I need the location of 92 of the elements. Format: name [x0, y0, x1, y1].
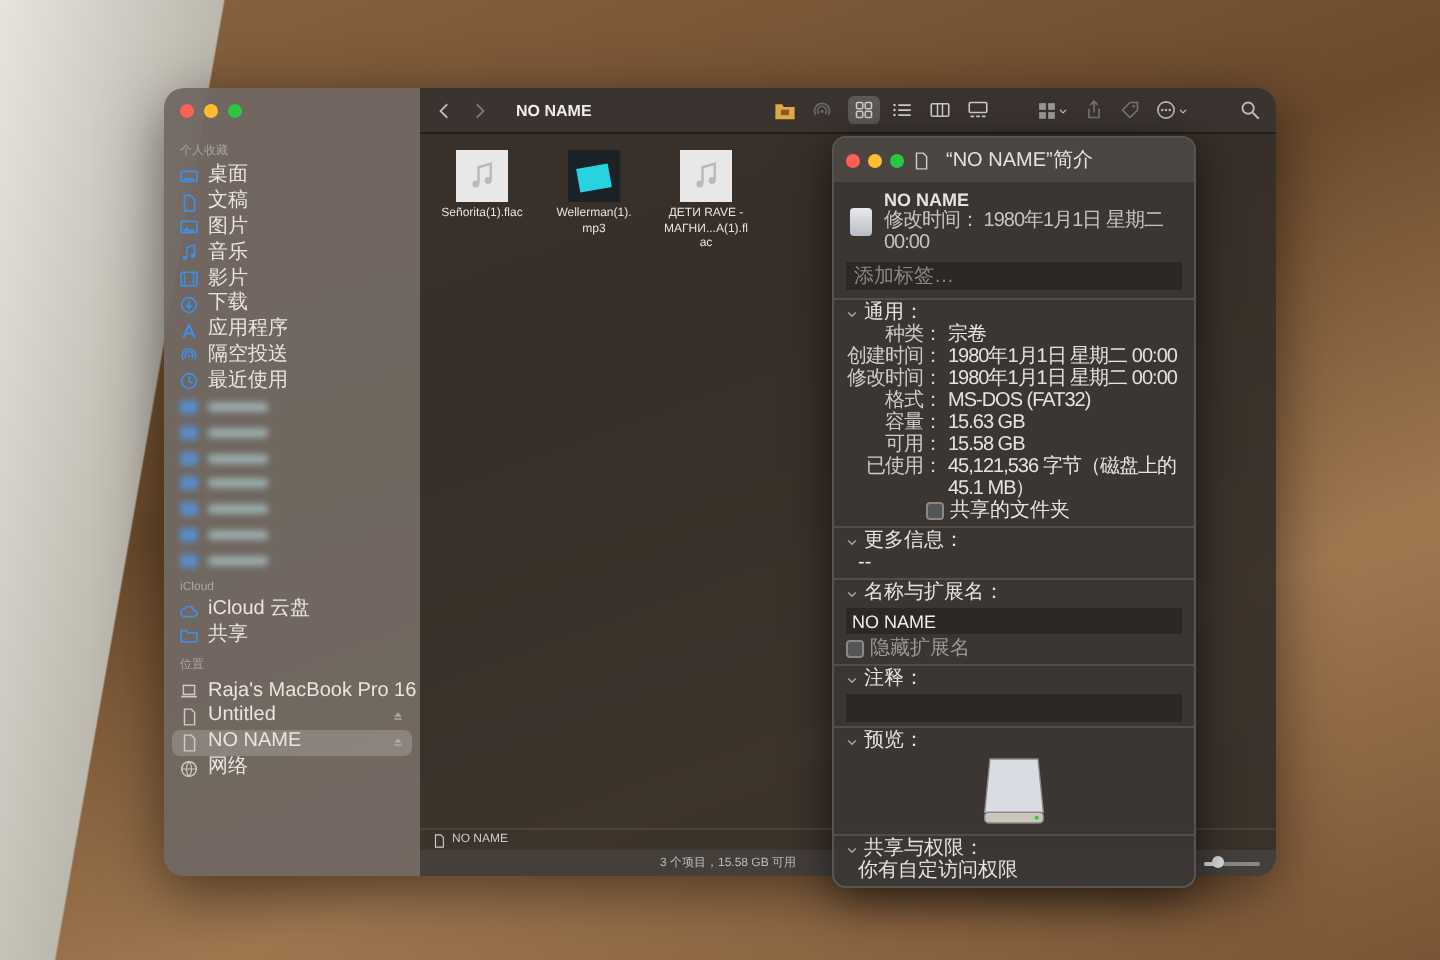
checkbox[interactable] [926, 502, 944, 520]
section-toggle[interactable]: 注释： [846, 668, 924, 690]
sidebar-item[interactable]: 文稿 [172, 189, 412, 216]
info-value: MS-DOS (FAT32) [948, 390, 1093, 412]
info-value: 45,121,536 字节（磁盘上的 45.1 MB） [948, 456, 1178, 500]
info-label: 创建时间： [846, 346, 942, 368]
sidebar-item[interactable]: 网络 [172, 755, 412, 781]
chevron-down-icon [846, 587, 858, 599]
info-value: 1980年1月1日 星期二 00:00 [948, 368, 1179, 390]
checkbox-label: 隐藏扩展名 [870, 638, 970, 660]
cloud-icon [180, 601, 198, 620]
volume-name: NO NAME [884, 190, 971, 210]
music-note-icon [468, 162, 496, 190]
slider-thumb[interactable] [1212, 855, 1224, 867]
music-note-icon [180, 244, 198, 263]
download-icon [180, 295, 198, 314]
info-label: 可用： [883, 434, 942, 456]
info-value: 15.63 GB [948, 412, 1027, 434]
group-by-icon [1038, 101, 1056, 119]
chevron-down-icon [846, 673, 858, 685]
window-control-button[interactable] [228, 104, 242, 118]
music-note-icon [692, 162, 720, 190]
film-icon [180, 270, 198, 289]
sidebar-item[interactable]: 图片 [172, 215, 412, 241]
sidebar-item[interactable]: 应用程序 [172, 317, 412, 344]
share-icon[interactable] [1084, 100, 1104, 120]
sidebar-item[interactable]: Raja's MacBook Pro 16 [172, 678, 412, 705]
info-label: 格式： [883, 390, 942, 412]
window-control-button[interactable] [204, 104, 218, 118]
chevron-down-icon [846, 535, 858, 547]
list-view-icon [892, 100, 912, 120]
chevron-down-icon [846, 307, 858, 319]
airdrop-icon[interactable] [812, 100, 832, 120]
window-control-button[interactable] [846, 153, 860, 167]
sidebar-item[interactable]: Untitled [172, 704, 412, 730]
clock-icon [180, 372, 198, 391]
info-value: 15.58 GB [948, 434, 1027, 456]
window-title: “NO NAME”简介 [946, 148, 1093, 174]
sidebar-item[interactable]: NO NAME [172, 729, 412, 756]
section-toggle[interactable]: 更多信息： [846, 530, 964, 552]
group-by-button[interactable] [1038, 101, 1068, 119]
section-text: -- [856, 552, 874, 574]
sidebar-item[interactable]: 下载 [172, 291, 412, 318]
section-text: 你有自定访问权限 [856, 860, 1020, 882]
checkbox-label: 共享的文件夹 [950, 500, 1070, 522]
picture-icon [180, 218, 198, 237]
sidebar-item[interactable]: 共享 [172, 622, 412, 649]
section-toggle[interactable]: 名称与扩展名： [846, 582, 1004, 604]
info-value: 宗卷 [948, 324, 987, 346]
sidebar-item[interactable]: 影片 [172, 266, 412, 292]
section-toggle[interactable]: 预览： [846, 730, 924, 752]
checkbox[interactable] [846, 640, 864, 658]
sidebar-item[interactable]: 最近使用 [172, 368, 412, 395]
info-label: 容量： [883, 412, 942, 434]
chevron-down-icon [1178, 105, 1188, 115]
view-mode-button[interactable] [848, 96, 880, 124]
apps-icon [180, 321, 198, 340]
laptop-icon [180, 682, 198, 701]
window-control-button[interactable] [890, 153, 904, 167]
gallery-view-icon [968, 100, 988, 120]
eject-icon[interactable] [392, 710, 404, 723]
search-icon[interactable] [1240, 100, 1260, 120]
sidebar-item[interactable]: 隔空投送 [172, 343, 412, 369]
section-toggle[interactable]: 共享与权限： [846, 838, 984, 860]
info-label: 已使用： [864, 456, 942, 482]
more-icon [1156, 100, 1176, 120]
sidebar-item[interactable]: 桌面 [172, 164, 412, 190]
info-label: 修改时间： [846, 368, 942, 390]
column-view-icon [930, 100, 950, 120]
info-value: 1980年1月1日 星期二 00:00 [948, 346, 1179, 368]
more-button[interactable] [1156, 100, 1188, 120]
shared-folder-icon [180, 626, 198, 645]
document-icon [180, 193, 198, 212]
drive-preview-drawing [982, 756, 1046, 826]
section-toggle[interactable]: 通用： [846, 302, 924, 324]
airdrop-icon [180, 346, 198, 365]
tag-icon[interactable] [1120, 100, 1140, 120]
drive-icon [850, 208, 872, 236]
info-label: 种类： [885, 324, 942, 346]
sidebar-item[interactable]: iCloud 云盘 [172, 597, 412, 623]
chevron-down-icon [846, 735, 858, 747]
chevron-down-icon [846, 843, 858, 855]
folder-icon[interactable] [774, 99, 796, 121]
globe-icon [180, 759, 198, 778]
album-art-thumbnail[interactable] [568, 150, 620, 202]
chevron-down-icon [1058, 105, 1068, 115]
window-title: NO NAME [516, 101, 592, 119]
modified-date: 修改时间： 1980年1月1日 星期二 00:00 [884, 210, 1165, 254]
sidebar-item[interactable]: 音乐 [172, 240, 412, 267]
grid-view-icon [854, 100, 874, 120]
window-control-button[interactable] [868, 153, 882, 167]
desktop-icon [180, 167, 198, 186]
